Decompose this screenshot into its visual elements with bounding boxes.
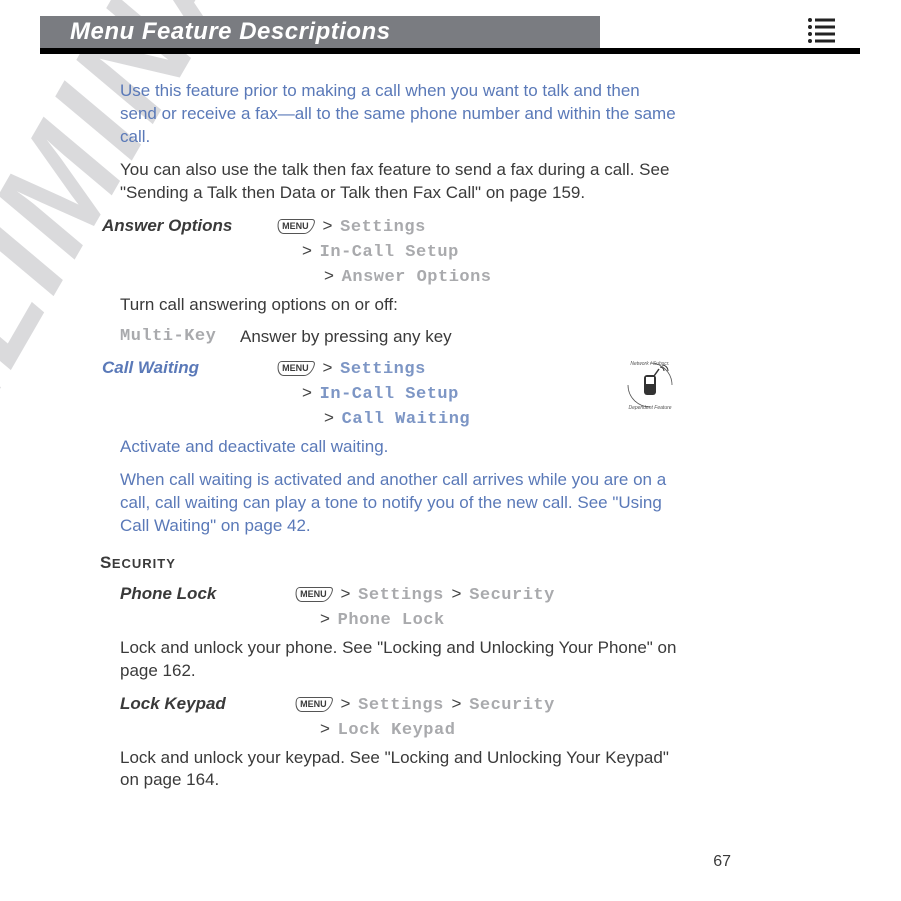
phone-lock-path: MENU> Settings > Security > Phone Lock: [295, 583, 680, 633]
call-waiting-desc2: When call waiting is activated and anoth…: [120, 469, 680, 538]
cw-path3: Call Waiting: [342, 410, 470, 429]
lock-keypad-path: MENU> Settings > Security > Lock Keypad: [295, 693, 680, 743]
path-incall: In-Call Setup: [320, 243, 459, 262]
menu-key-icon: MENU: [275, 361, 315, 376]
path-settings: Settings: [340, 218, 426, 237]
path-answeropts: Answer Options: [342, 268, 492, 287]
phone-lock-label: Phone Lock: [120, 583, 295, 606]
call-waiting-desc1: Activate and deactivate call waiting.: [120, 436, 680, 459]
header-title: Menu Feature Descriptions: [70, 18, 391, 46]
security-heading: SECURITY: [100, 552, 680, 575]
page-number: 67: [713, 853, 731, 871]
lk-p1b: Security: [469, 696, 555, 715]
lk-p1a: Settings: [358, 696, 444, 715]
svg-text:Network / Subscr.: Network / Subscr.: [630, 361, 669, 367]
menu-key-icon: MENU: [293, 697, 333, 712]
cw-path1: Settings: [340, 360, 426, 379]
menu-key-icon: MENU: [275, 219, 315, 234]
page-header: Menu Feature Descriptions: [0, 10, 901, 54]
lk-p2: Lock Keypad: [338, 721, 456, 740]
intro-paragraph-2: You can also use the talk then fax featu…: [120, 159, 680, 205]
multikey-desc: Answer by pressing any key: [240, 326, 452, 349]
cw-path2: In-Call Setup: [320, 385, 459, 404]
pl-p1a: Settings: [358, 586, 444, 605]
pl-p2: Phone Lock: [338, 611, 445, 630]
header-underline: [40, 48, 860, 54]
call-waiting-section: Call Waiting MENU> Settings > In-Call Se…: [120, 357, 680, 432]
header-bar: Menu Feature Descriptions: [40, 16, 600, 48]
lock-keypad-label: Lock Keypad: [120, 693, 295, 716]
network-dependent-badge: Network / Subscr. Dependent Feature: [620, 357, 680, 413]
answer-options-path: MENU> Settings > In-Call Setup > Answer …: [277, 215, 680, 290]
page-content: Use this feature prior to making a call …: [120, 80, 680, 802]
menu-key-icon: MENU: [293, 587, 333, 602]
answer-options-label: Answer Options: [102, 215, 277, 238]
pl-p1b: Security: [469, 586, 555, 605]
list-icon: [801, 10, 841, 55]
answer-options-desc: Turn call answering options on or off:: [120, 294, 680, 317]
security-heading-text: ECURITY: [112, 556, 176, 571]
phone-lock-desc: Lock and unlock your phone. See "Locking…: [120, 637, 680, 683]
svg-text:Dependent Feature: Dependent Feature: [628, 405, 671, 411]
multikey-row: Multi-Key Answer by pressing any key: [120, 326, 680, 349]
lock-keypad-desc: Lock and unlock your keypad. See "Lockin…: [120, 747, 680, 793]
intro-paragraph-1: Use this feature prior to making a call …: [120, 80, 680, 149]
multikey-label: Multi-Key: [120, 326, 240, 349]
call-waiting-label: Call Waiting: [102, 357, 277, 380]
answer-options-section: Answer Options MENU> Settings > In-Call …: [120, 215, 680, 290]
phone-lock-section: Phone Lock MENU> Settings > Security > P…: [120, 583, 680, 633]
lock-keypad-section: Lock Keypad MENU> Settings > Security > …: [120, 693, 680, 743]
